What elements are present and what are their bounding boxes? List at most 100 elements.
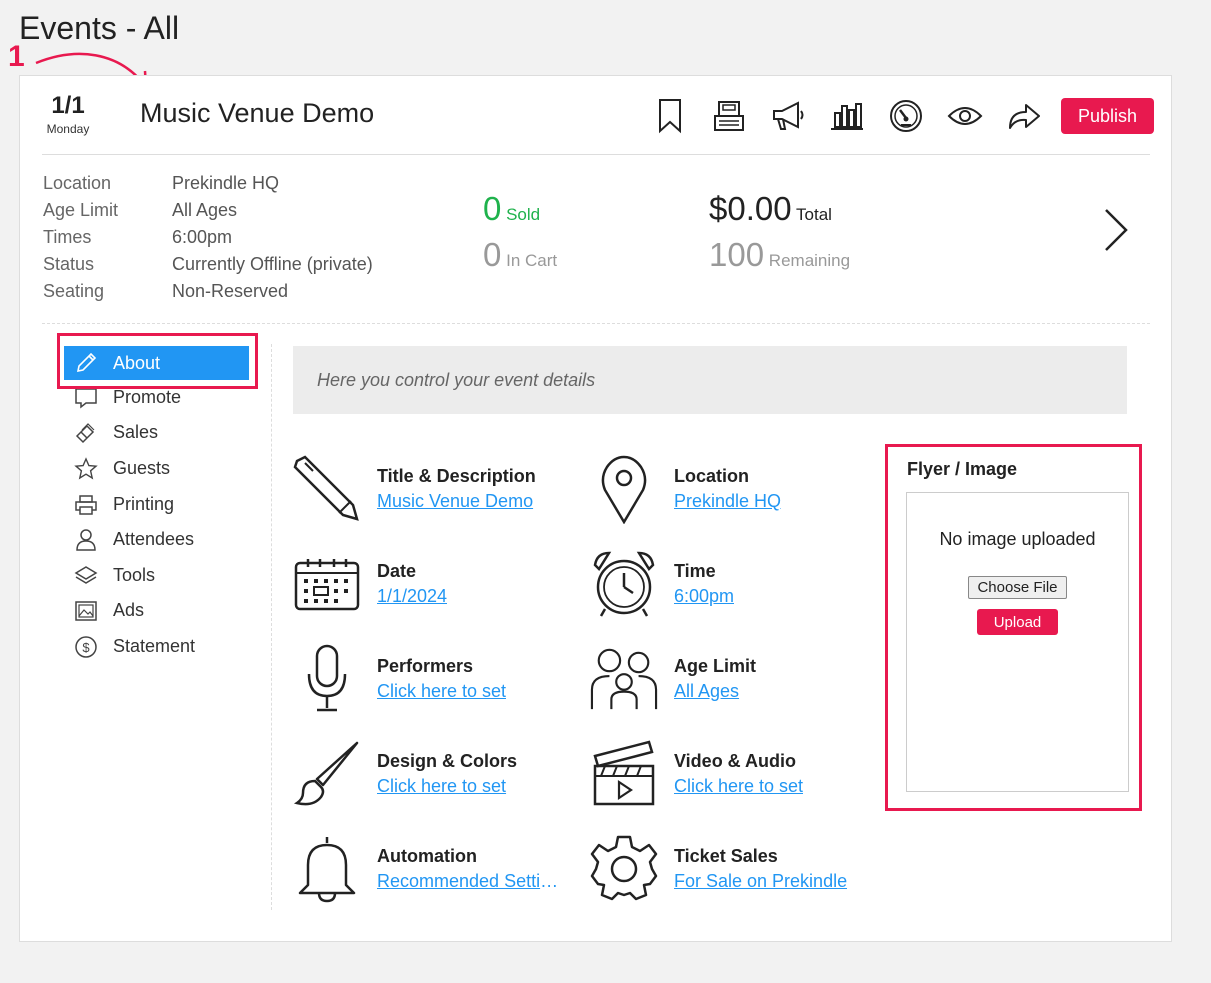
sidebar-item-printing[interactable]: Printing: [74, 488, 174, 521]
alarm-clock-icon: [590, 549, 658, 619]
star-icon: [74, 456, 98, 481]
publish-button[interactable]: Publish: [1061, 98, 1155, 134]
total-stat: $0.00 Total: [709, 190, 832, 228]
feature-design-colors: Design & Colors Click here to set: [293, 739, 517, 809]
event-name: Music Venue Demo: [140, 98, 375, 128]
clapperboard-icon: [590, 739, 658, 809]
feature-link[interactable]: Click here to set: [377, 776, 517, 797]
feature-link[interactable]: Prekindle HQ: [674, 491, 781, 512]
megaphone-icon[interactable]: [758, 96, 817, 136]
event-card: 1/1 Monday Music Venue Demo Publish Loca…: [19, 75, 1172, 942]
detail-label: Times: [43, 227, 92, 247]
feature-link[interactable]: Recommended Settings: [377, 871, 559, 892]
feature-title: Age Limit: [674, 656, 757, 676]
feature-video-audio: Video & Audio Click here to set: [590, 739, 803, 809]
sidebar-item-attendees[interactable]: Attendees: [74, 523, 194, 556]
family-icon: [590, 644, 658, 714]
feature-title: Performers: [377, 656, 474, 676]
feature-link[interactable]: For Sale on Prekindle: [674, 871, 847, 892]
map-pin-icon: [590, 454, 658, 524]
eye-icon[interactable]: [935, 96, 994, 136]
detail-value: Non-Reserved: [172, 281, 289, 301]
chart-icon[interactable]: [817, 96, 876, 136]
feature-link[interactable]: Click here to set: [674, 776, 803, 797]
microphone-icon: [293, 644, 361, 714]
in-cart-stat: 0 In Cart: [483, 236, 557, 274]
remaining-count: 100: [709, 236, 765, 273]
feature-date: Date 1/1/2024: [293, 549, 447, 619]
feature-link[interactable]: All Ages: [674, 681, 756, 702]
detail-label: Age Limit: [43, 200, 119, 220]
feature-age-limit: Age Limit All Ages: [590, 644, 756, 714]
feature-title: Time: [674, 561, 716, 581]
sidebar-item-tools[interactable]: Tools: [74, 559, 155, 592]
sidebar-item-label: Guests: [113, 458, 171, 478]
feature-link[interactable]: 6:00pm: [674, 586, 734, 607]
sold-label: Sold: [506, 205, 541, 224]
detail-label: Status: [43, 254, 95, 274]
divider: [42, 154, 1150, 155]
speech-bubble-icon: [74, 386, 98, 410]
gear-icon: [590, 834, 658, 904]
bookmark-icon[interactable]: [640, 96, 699, 136]
event-date: 1/1 Monday: [42, 92, 94, 136]
feature-title: Ticket Sales: [674, 846, 778, 866]
sidebar-item-guests[interactable]: Guests: [74, 452, 170, 485]
in-cart-count: 0: [483, 236, 502, 273]
feature-location: Location Prekindle HQ: [590, 454, 781, 524]
detail-row-times: Times 6:00pm: [43, 224, 373, 251]
speedometer-icon[interactable]: [876, 96, 935, 136]
sidebar-item-sales[interactable]: Sales: [74, 416, 158, 449]
event-details: Location Prekindle HQ Age Limit All Ages T…: [43, 170, 373, 305]
feature-time: Time 6:00pm: [590, 549, 734, 619]
detail-row-seating: Seating Non-Reserved: [43, 278, 373, 305]
image-icon: [74, 599, 98, 623]
detail-label: Seating: [43, 281, 105, 301]
printer-icon: [74, 493, 98, 517]
total-label: Total: [796, 205, 832, 224]
sidebar: About Promote Sales Guests Printing Atte…: [20, 344, 272, 910]
register-icon[interactable]: [699, 96, 758, 136]
feature-link[interactable]: 1/1/2024: [377, 586, 447, 607]
sidebar-item-label: Tools: [113, 565, 156, 585]
detail-row-location: Location Prekindle HQ: [43, 170, 373, 197]
sidebar-item-label: Printing: [113, 494, 175, 514]
sold-count: 0: [483, 190, 502, 227]
callout-marker: 1: [8, 40, 25, 73]
tickets-icon: [74, 421, 98, 445]
layers-icon: [74, 564, 98, 588]
svg-text:$: $: [82, 640, 90, 655]
feature-title: Date: [377, 561, 417, 581]
feature-title: Design & Colors: [377, 751, 518, 771]
detail-value: All Ages: [172, 200, 238, 220]
feature-link[interactable]: Click here to set: [377, 681, 506, 702]
calendar-icon: [293, 549, 361, 619]
remaining-label: Remaining: [768, 251, 851, 270]
sidebar-item-label: Ads: [113, 600, 145, 620]
sidebar-item-label: Promote: [113, 387, 182, 407]
sidebar-item-statement[interactable]: $ Statement: [74, 630, 195, 663]
remaining-stat: 100 Remaining: [709, 236, 850, 274]
sidebar-item-label: Statement: [113, 636, 196, 656]
feature-automation: Automation Recommended Settings: [293, 834, 559, 904]
feature-title: Automation: [377, 846, 477, 866]
highlight-box: [885, 444, 1142, 811]
detail-row-age-limit: Age Limit All Ages: [43, 197, 373, 224]
page-title: Events - All: [19, 10, 180, 46]
feature-link[interactable]: Music Venue Demo: [377, 491, 536, 512]
bell-icon: [293, 834, 361, 904]
feature-title: Video & Audio: [674, 751, 797, 771]
dollar-icon: $: [74, 635, 98, 659]
sidebar-item-ads[interactable]: Ads: [74, 594, 144, 627]
sidebar-item-label: Sales: [113, 422, 159, 442]
feature-title: Title & Description: [377, 466, 536, 486]
detail-value: Prekindle HQ: [172, 173, 280, 193]
chevron-right-icon[interactable]: [1100, 206, 1130, 259]
divider: [42, 323, 1150, 324]
feature-title: Location: [674, 466, 749, 486]
event-weekday: Monday: [46, 122, 90, 136]
detail-label: Location: [43, 173, 112, 193]
detail-value: Currently Offline (private): [172, 254, 373, 274]
detail-row-status: Status Currently Offline (private): [43, 251, 373, 278]
share-icon[interactable]: [994, 96, 1053, 136]
